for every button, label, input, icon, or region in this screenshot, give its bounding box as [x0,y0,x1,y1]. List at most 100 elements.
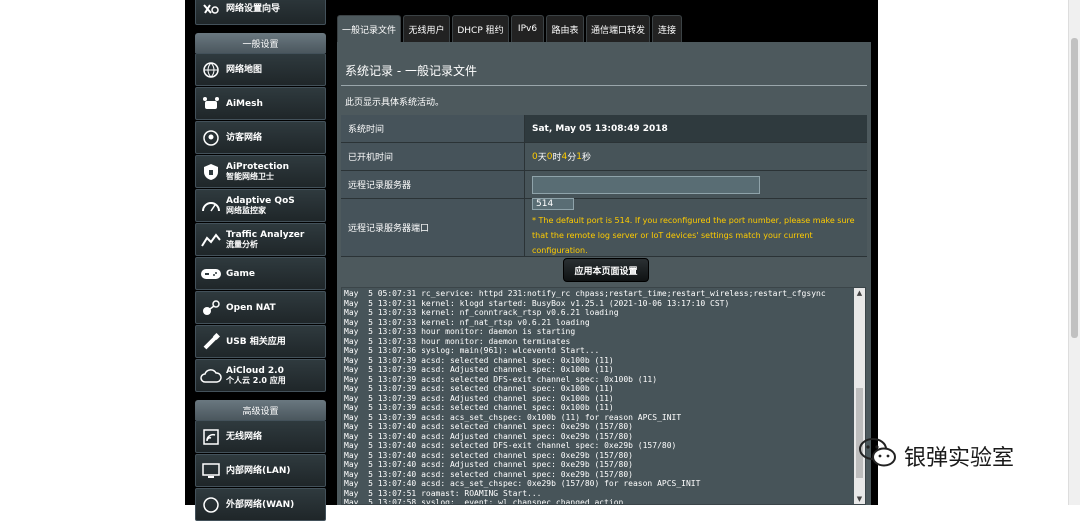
log-line: May 5 13:07:40 acsd: Adjusted channel sp… [344,460,633,469]
uptime-seconds-unit: 秒 [581,153,591,163]
log-line: May 5 13:07:36 syslog: main(961): wlceve… [344,346,600,355]
uptime-row: 已开机时间 0 天 0 时 4 分 1 秒 [341,143,867,171]
traffic-chart-icon [196,232,226,248]
remote-server-label: 远程记录服务器 [341,171,525,198]
sidebar-item-sublabel: 个人云 2.0 应用 [226,375,286,385]
gamepad-icon [196,267,226,281]
mesh-router-icon [196,95,226,113]
uptime-value: 0 天 0 时 4 分 1 秒 [525,143,867,170]
general-settings-header: 一般设置 [195,33,326,53]
log-lines: May 5 05:07:31 rc_service: httpd 231:not… [344,289,852,505]
cloud-icon [196,368,226,383]
uptime-days-unit: 天 [537,153,547,163]
sidebar-item-guest-network[interactable]: 访客网络 [195,121,326,154]
scroll-down-icon[interactable]: ▼ [854,494,865,504]
page-title-section: 系统记录 [345,64,394,78]
watermark-text: 银弹实验室 [904,446,1015,471]
globe-icon [196,61,226,79]
remote-server-row: 远程记录服务器 [341,171,867,199]
tab-ipv6[interactable]: IPv6 [511,15,544,42]
apply-settings-button[interactable]: 应用本页面设置 [563,258,649,282]
remote-port-label: 远程记录服务器端口 [341,199,525,256]
sidebar-item-network-map[interactable]: 网络地图 [195,53,326,86]
nat-network-icon [196,299,226,317]
log-line: May 5 13:07:40 acsd: Adjusted channel sp… [344,431,633,441]
sidebar-item-label: Adaptive QoS [226,195,295,206]
guest-globe-icon [196,129,226,147]
advanced-settings-header: 高级设置 [195,400,326,420]
tab-connections[interactable]: 连接 [652,15,682,42]
lan-monitor-icon [196,462,226,479]
log-line: May 5 13:07:39 acsd: acs_set_chspec: 0x1… [344,412,682,422]
sidebar: 网络设置向导 一般设置 网络地图 AiMesh 访客网络 AiProtectio… [195,0,327,521]
sidebar-item-game[interactable]: Game [195,257,326,290]
sidebar-item-open-nat[interactable]: Open NAT [195,291,326,324]
tab-dhcp-leases[interactable]: DHCP 租约 [452,15,509,42]
shield-icon [196,163,226,181]
log-line: May 5 13:07:39 acsd: selected channel sp… [344,403,614,412]
sidebar-item-label: Open NAT [226,302,276,313]
remote-port-row: 远程记录服务器端口 514 * The default port is 514.… [341,197,867,257]
tab-port-forwarding[interactable]: 通信端口转发 [586,15,650,42]
page-description: 此页显示具体系统活动。 [345,98,445,108]
remote-port-cell: 514 * The default port is 514. If you re… [525,197,867,256]
sidebar-item-label: AiMesh [226,98,263,109]
tab-routing-table[interactable]: 路由表 [546,15,584,42]
sidebar-item-sublabel: 网络监控家 [226,205,266,215]
sidebar-item-label: Game [226,268,255,279]
speedometer-icon [196,199,226,213]
remote-server-input[interactable] [532,175,760,194]
sidebar-item-usb-apps[interactable]: USB 相关应用 [195,325,326,358]
log-line: May 5 13:07:39 acsd: selected channel sp… [344,355,614,365]
page-title-separator: - [393,64,405,78]
page-scrollbar[interactable] [1068,0,1080,505]
log-line: May 5 13:07:40 acsd: acs_set_chspec: 0xe… [344,479,701,488]
log-line: May 5 13:07:31 kernel: klogd started: Bu… [344,298,730,308]
sidebar-item-aiprotection[interactable]: AiProtection 智能网络卫士 [195,155,326,188]
system-time-row: 系统时间 Sat, May 05 13:08:49 2018 [341,115,867,143]
title-divider [341,85,867,86]
remote-port-note: * The default port is 514. If you reconf… [532,215,855,255]
log-line: May 5 13:07:33 hour monitor: daemon is s… [344,327,576,336]
sidebar-item-label: USB 相关应用 [226,336,286,347]
log-line: May 5 13:07:40 acsd: selected channel sp… [344,469,633,479]
sidebar-item-text: Traffic Analyzer 流量分析 [226,230,304,250]
sidebar-item-text: AiCloud 2.0 个人云 2.0 应用 [226,366,286,386]
sidebar-item-label: 访客网络 [226,132,263,143]
log-line: May 5 13:07:33 kernel: nf_conntrack_rtsp… [344,308,619,317]
uptime-hours-unit: 时 [552,153,562,163]
sidebar-item-aimesh[interactable]: AiMesh [195,87,326,120]
log-line: May 5 13:07:39 acsd: Adjusted channel sp… [344,365,614,374]
remote-port-input[interactable]: 514 [532,197,574,210]
log-line: May 5 13:07:33 kernel: nf_nat_rtsp v0.6.… [344,317,590,327]
sidebar-item-traffic-analyzer[interactable]: Traffic Analyzer 流量分析 [195,223,326,256]
log-line: May 5 13:07:40 acsd: selected DFS-exit c… [344,441,677,450]
tab-wireless-clients[interactable]: 无线用户 [403,15,450,42]
sidebar-item-setup-wizard[interactable]: 网络设置向导 [195,0,326,25]
page-title: 系统记录 - 一般记录文件 [345,62,477,79]
tab-general-log[interactable]: 一般记录文件 [337,15,401,42]
sidebar-item-label: 内部网络(LAN) [226,465,291,476]
page-scroll-thumb[interactable] [1071,38,1078,338]
scroll-up-icon[interactable]: ▲ [854,288,865,298]
log-line: May 5 13:07:58 syslog: event: wl chanspe… [344,498,624,505]
sidebar-item-text: Adaptive QoS 网络监控家 [226,196,295,216]
sidebar-item-aicloud[interactable]: AiCloud 2.0 个人云 2.0 应用 [195,359,326,392]
uptime-minutes-unit: 分 [567,153,577,163]
sidebar-item-label: 网络地图 [226,64,263,75]
sidebar-item-label: AiCloud 2.0 [226,365,284,376]
system-time-label: 系统时间 [341,115,525,142]
wechat-icon [858,436,898,476]
sidebar-item-wireless[interactable]: 无线网络 [195,420,326,453]
sidebar-item-label: 网络设置向导 [226,3,281,14]
log-line: May 5 05:07:31 rc_service: httpd 231:not… [344,289,826,298]
wireless-icon [196,428,226,446]
sidebar-item-sublabel: 智能网络卫士 [226,171,274,181]
log-line: May 5 13:07:39 acsd: selected channel sp… [344,384,614,393]
sidebar-item-label: AiProtection [226,161,289,172]
sidebar-item-adaptive-qos[interactable]: Adaptive QoS 网络监控家 [195,189,326,222]
sidebar-item-lan[interactable]: 内部网络(LAN) [195,454,326,487]
usb-icon [196,332,226,351]
sidebar-item-sublabel: 流量分析 [226,239,258,249]
system-log-textarea[interactable]: May 5 05:07:31 rc_service: httpd 231:not… [341,287,866,505]
